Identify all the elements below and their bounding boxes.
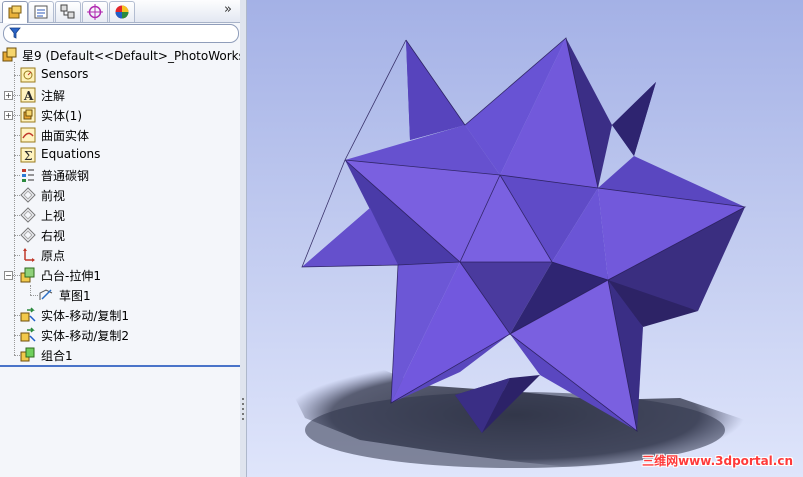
tree-item-material[interactable]: 普通碳钢 (0, 165, 240, 185)
tree-item-sensors[interactable]: Sensors (0, 65, 240, 85)
tree-item-equations[interactable]: Σ Equations (0, 145, 240, 165)
tab-configuration-manager[interactable] (55, 1, 81, 22)
panel-splitter[interactable] (240, 0, 247, 477)
material-icon (22, 169, 34, 182)
tree-item-label: 实体(1) (41, 109, 82, 123)
equations-icon: Σ (20, 147, 36, 163)
tab-display-manager[interactable] (109, 1, 135, 22)
tree-item-top-plane[interactable]: 上视 (0, 205, 240, 225)
expand-toggle[interactable]: + (4, 111, 13, 120)
tree-item-label: 实体-移动/复制2 (41, 329, 130, 343)
tree-item-move-copy-2[interactable]: 实体-移动/复制2 (0, 325, 240, 345)
extrude-icon (20, 267, 35, 283)
tree-item-solid-bodies[interactable]: + 实体(1) (0, 105, 240, 125)
sketch-icon (39, 289, 53, 300)
filter-icon (9, 27, 21, 39)
move-copy-icon (20, 307, 36, 322)
property-manager-icon (34, 5, 48, 19)
solid-bodies-icon (20, 107, 36, 123)
graphics-area[interactable]: 三维网www.3dportal.cn (247, 0, 803, 477)
plane-icon (20, 227, 36, 243)
tree-item-label: 组合1 (41, 349, 73, 363)
feature-manager-panel: » 星9 (Default<<Default>_PhotoWorks Senso… (0, 0, 241, 477)
origin-icon (23, 248, 35, 262)
tree-item-move-copy-1[interactable]: 实体-移动/复制1 (0, 305, 240, 325)
manager-tab-bar: » (0, 0, 240, 23)
tree-root-part[interactable]: 星9 (Default<<Default>_PhotoWorks (0, 45, 240, 65)
plane-icon (20, 207, 36, 223)
sensors-icon (20, 67, 36, 83)
tree-item-annotations[interactable]: + A 注解 (0, 85, 240, 105)
tree-item-label: 凸台-拉伸1 (41, 269, 101, 283)
tree-item-label: 注解 (41, 89, 66, 103)
feature-filter-input[interactable] (3, 24, 239, 43)
tree-item-label: 原点 (41, 249, 66, 263)
tree-root-label: 星9 (Default<<Default>_PhotoWorks (22, 49, 241, 63)
tree-item-label: 实体-移动/复制1 (41, 309, 130, 323)
tab-feature-manager[interactable] (2, 1, 28, 23)
rollback-bar[interactable] (0, 365, 240, 367)
tree-item-label: 右视 (41, 229, 66, 243)
tree-item-label: Sensors (41, 67, 89, 81)
tree-item-label: 上视 (41, 209, 66, 223)
tab-property-manager[interactable] (28, 1, 54, 22)
splitter-grip-icon[interactable] (241, 396, 245, 422)
display-manager-icon (115, 5, 129, 19)
tree-item-label: 草图1 (59, 289, 91, 303)
tree-item-sketch[interactable]: 草图1 (0, 285, 240, 305)
feature-manager-icon (8, 5, 22, 18)
tree-item-label: Equations (41, 147, 101, 161)
tree-item-label: 前视 (41, 189, 66, 203)
combine-icon (20, 347, 35, 362)
star-polyhedron-model[interactable] (247, 0, 803, 477)
part-icon (2, 47, 17, 62)
expand-toggle[interactable]: + (4, 91, 13, 100)
surface-bodies-icon (20, 127, 36, 143)
configuration-manager-icon (60, 4, 75, 19)
tab-dimxpert[interactable] (82, 1, 108, 22)
tree-item-right-plane[interactable]: 右视 (0, 225, 240, 245)
dimxpert-icon (87, 4, 103, 20)
annotations-icon: A (20, 87, 36, 103)
svg-text:A: A (23, 89, 34, 103)
tree-item-origin[interactable]: 原点 (0, 245, 240, 265)
tree-item-combine[interactable]: 组合1 (0, 345, 240, 365)
svg-text:Σ: Σ (24, 149, 32, 163)
watermark-text: 三维网www.3dportal.cn (642, 454, 793, 468)
tree-item-label: 曲面实体 (41, 129, 90, 143)
plane-icon (20, 187, 36, 203)
tree-item-front-plane[interactable]: 前视 (0, 185, 240, 205)
tree-item-label: 普通碳钢 (41, 169, 90, 183)
more-tabs-button[interactable]: » (220, 2, 236, 18)
move-copy-icon (20, 327, 36, 342)
tree-item-boss-extrude[interactable]: − 凸台-拉伸1 (0, 265, 240, 285)
tree-item-surface-bodies[interactable]: 曲面实体 (0, 125, 240, 145)
collapse-toggle[interactable]: − (4, 271, 13, 280)
